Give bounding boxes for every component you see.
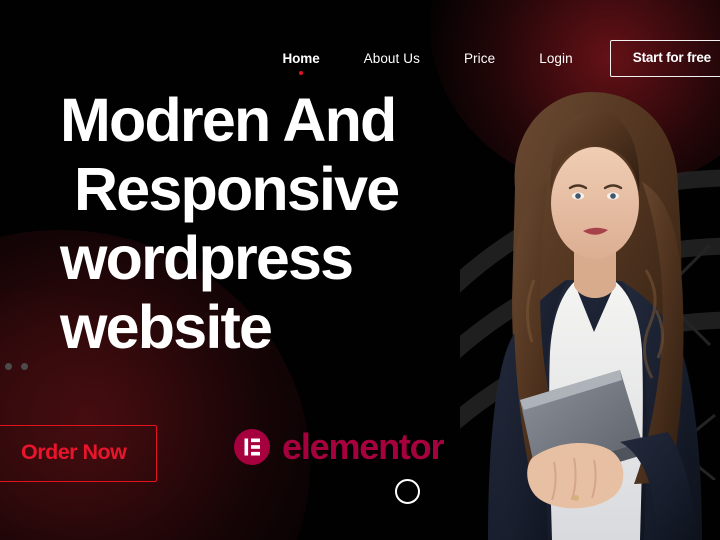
order-now-button[interactable]: Order Now xyxy=(0,425,158,482)
elementor-wordmark: elementor xyxy=(282,426,444,467)
active-indicator-dot xyxy=(299,70,304,75)
businesswoman-portrait-image xyxy=(488,92,702,540)
nav-item-label: Home xyxy=(282,50,320,66)
page-title: Modren And Responsive wordpress website xyxy=(60,86,400,362)
nav-item-home[interactable]: Home xyxy=(261,50,342,75)
headline-line-2: Responsive xyxy=(74,155,400,223)
headline-line-1: Modren And xyxy=(60,86,397,154)
slider-dots-icon[interactable] xyxy=(5,363,28,370)
elementor-logo-icon xyxy=(234,429,270,465)
nav-item-price[interactable]: Price xyxy=(442,51,517,66)
elementor-brand-lockup: elementor xyxy=(234,426,444,467)
nav-item-login[interactable]: Login xyxy=(517,51,595,66)
headline-line-4: website xyxy=(60,293,273,361)
headline-line-3: wordpress xyxy=(60,224,354,292)
nav-item-about-us[interactable]: About Us xyxy=(342,51,442,66)
main-navigation: Home About Us Price Login Start for free xyxy=(0,40,720,77)
slider-dot[interactable] xyxy=(5,363,12,370)
start-for-free-button[interactable]: Start for free xyxy=(609,40,720,77)
hero-section: Home About Us Price Login Start for free… xyxy=(0,0,720,540)
nav-links: Home About Us Price Login xyxy=(261,50,595,75)
circle-outline-icon[interactable] xyxy=(395,479,420,504)
slider-dot[interactable] xyxy=(21,363,28,370)
